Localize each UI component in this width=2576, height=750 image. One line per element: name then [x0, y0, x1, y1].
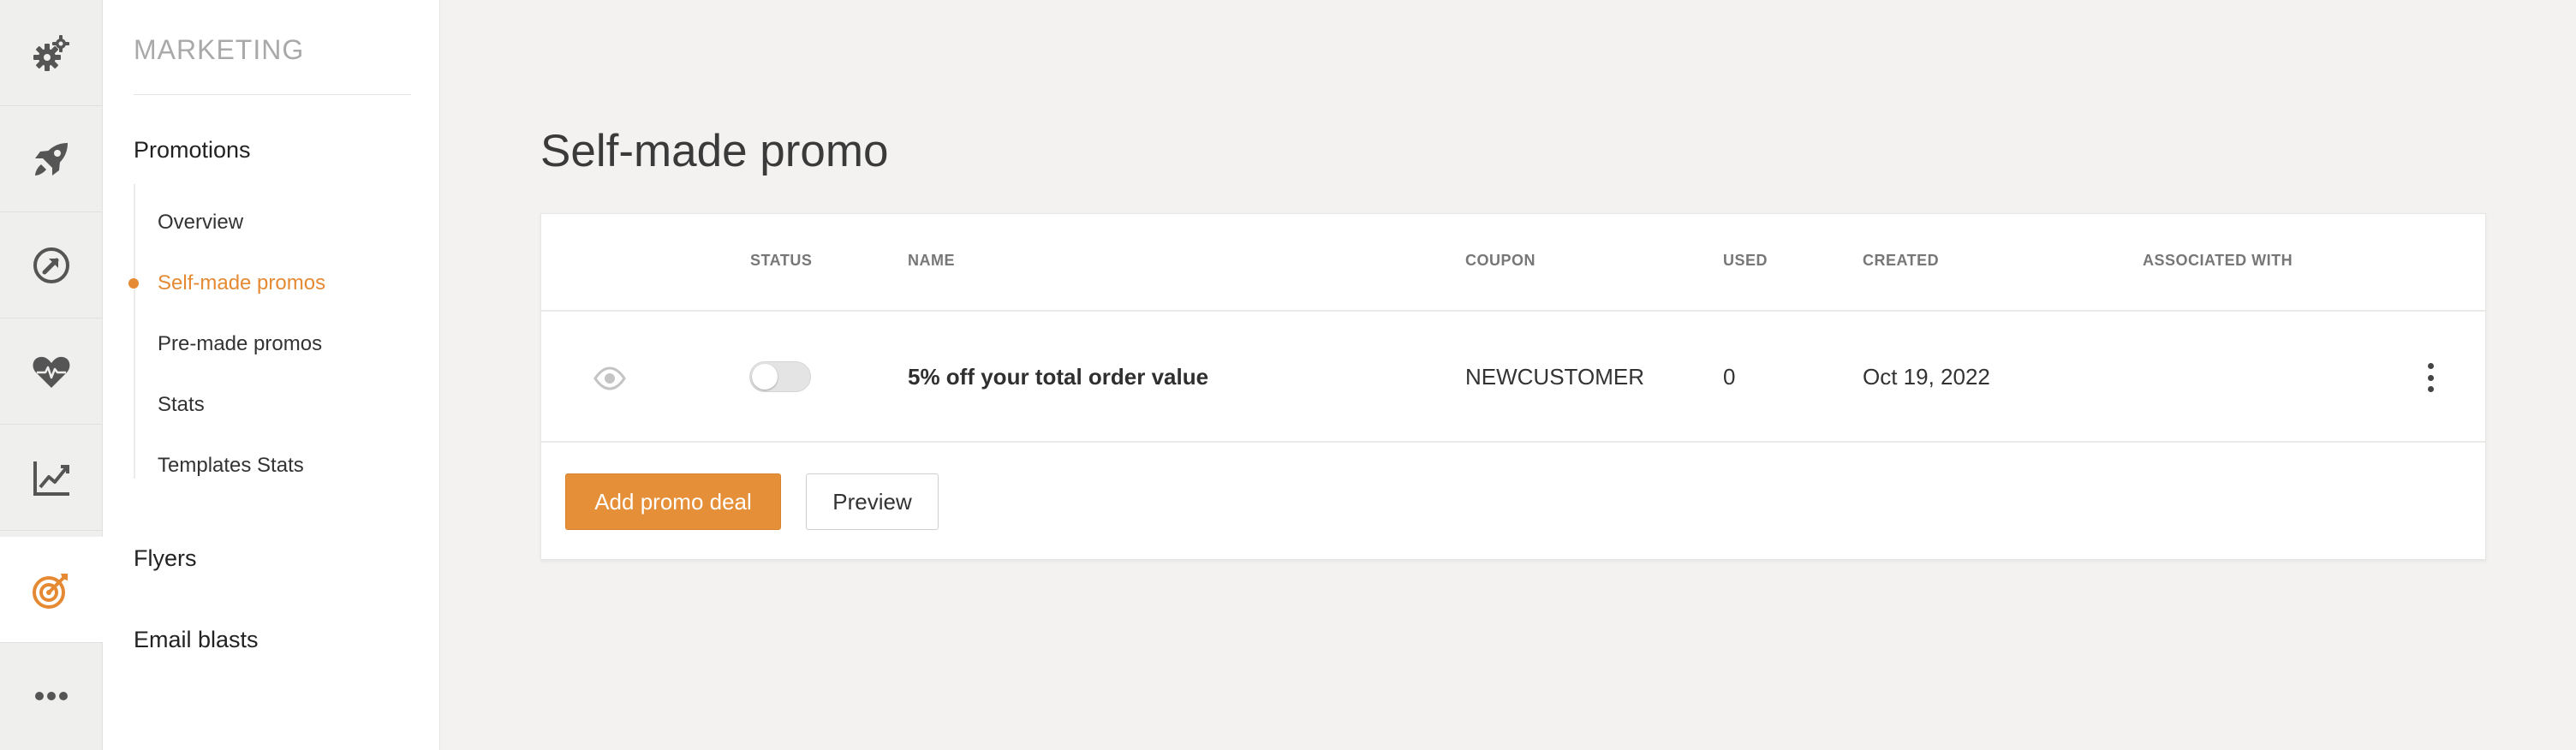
nav-item-overview[interactable]: Overview	[158, 211, 243, 235]
rail-item-loyalty[interactable]	[0, 318, 103, 425]
promo-coupon: NEWCUSTOMER	[1465, 364, 1644, 390]
nav-item-stats[interactable]: Stats	[158, 393, 205, 417]
nav-group-email-blasts[interactable]: Email blasts	[134, 627, 259, 653]
marketing-subnav: MARKETING Promotions Overview Self-made …	[103, 0, 440, 750]
more-icon	[35, 692, 68, 700]
bullseye-icon	[33, 573, 68, 609]
heart-pulse-icon	[33, 356, 70, 388]
status-toggle[interactable]	[749, 361, 811, 392]
column-header-name: NAME	[908, 252, 955, 269]
add-promo-deal-button[interactable]: Add promo deal	[565, 473, 781, 530]
icon-rail	[0, 0, 103, 750]
target-arrow-icon	[33, 247, 69, 283]
rail-item-launch[interactable]	[0, 106, 103, 212]
column-header-associated-with: ASSOCIATED WITH	[2143, 252, 2293, 269]
column-header-coupon: COUPON	[1465, 252, 1536, 269]
row-divider	[541, 441, 2485, 443]
promo-created-date: Oct 19, 2022	[1863, 364, 1990, 390]
preview-button[interactable]: Preview	[806, 473, 939, 530]
active-indicator-dot	[128, 278, 139, 289]
column-header-created: CREATED	[1863, 252, 1940, 269]
nav-item-self-made-promos[interactable]: Self-made promos	[158, 271, 325, 295]
promo-table-card: STATUS NAME COUPON USED CREATED ASSOCIAT…	[540, 213, 2486, 560]
rail-item-more[interactable]	[0, 643, 103, 749]
toggle-knob	[752, 364, 778, 390]
nav-item-pre-made-promos[interactable]: Pre-made promos	[158, 332, 322, 356]
eye-icon[interactable]	[593, 361, 627, 396]
row-actions-menu-icon[interactable]	[2422, 363, 2439, 392]
submenu-guide-line	[134, 184, 135, 479]
promo-used-count: 0	[1723, 364, 1736, 390]
page-title: Self-made promo	[540, 126, 889, 176]
line-chart-icon	[33, 461, 69, 496]
nav-group-promotions[interactable]: Promotions	[134, 137, 251, 164]
column-header-used: USED	[1723, 252, 1768, 269]
gears-icon	[33, 34, 69, 71]
column-header-status: STATUS	[750, 252, 813, 269]
header-divider	[541, 310, 2485, 312]
rail-item-settings[interactable]	[0, 0, 103, 106]
promo-name[interactable]: 5% off your total order value	[908, 364, 1208, 390]
rail-item-marketing[interactable]	[0, 537, 103, 643]
rail-item-reach[interactable]	[0, 212, 103, 318]
subnav-title: MARKETING	[134, 34, 305, 65]
divider	[134, 94, 411, 95]
rail-item-reports[interactable]	[0, 425, 103, 531]
nav-group-flyers[interactable]: Flyers	[134, 545, 197, 572]
nav-item-templates-stats[interactable]: Templates Stats	[158, 454, 304, 478]
rocket-icon	[35, 142, 68, 176]
